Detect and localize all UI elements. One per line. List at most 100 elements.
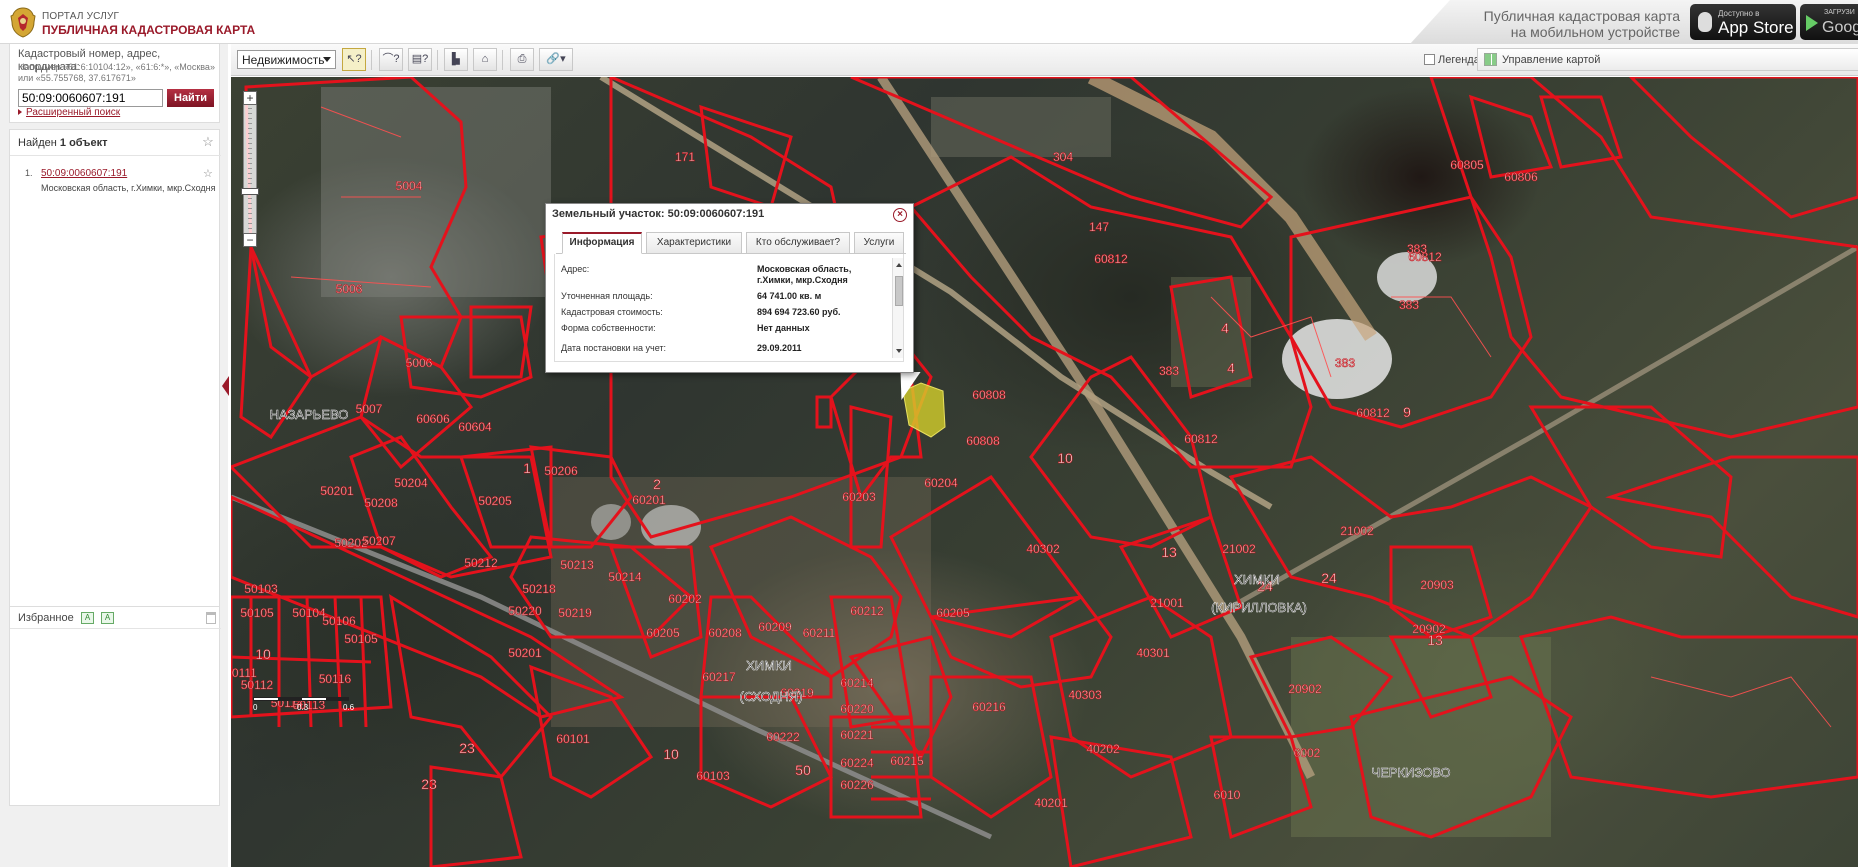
parcel-number-label: 50105 xyxy=(344,632,378,646)
results-header: Найден 1 объект ☆ xyxy=(10,130,221,156)
collapse-panel-icon[interactable] xyxy=(222,376,229,396)
layer-tool-button[interactable]: ⌂ xyxy=(473,48,497,71)
field-area xyxy=(1291,637,1551,837)
parcel-number-label: 60217 xyxy=(702,670,736,684)
print-icon[interactable]: ⎙ xyxy=(510,48,534,71)
parcel-number-label: 60604 xyxy=(458,420,492,434)
parcel-boundary xyxy=(1539,95,1623,169)
zoom-in-button[interactable]: + xyxy=(243,91,257,105)
excel-export-icon[interactable]: A xyxy=(101,612,114,624)
link-icon[interactable]: 🔗▾ xyxy=(539,48,573,71)
search-example: Например «61:6:10104:12», «61:6:*», «Мос… xyxy=(18,62,215,83)
app-store-label: App Store xyxy=(1718,18,1794,37)
parcel-number-label: 40302 xyxy=(1026,542,1060,556)
play-icon xyxy=(1806,15,1818,31)
search-results: Найден 1 объект ☆ 1. 50:09:0060607:191 М… xyxy=(9,129,221,649)
parcel-number-label: 171 xyxy=(675,150,695,164)
parcel-boundary xyxy=(1628,77,1858,219)
toolbar-divider xyxy=(502,50,503,70)
parcel-number-label: 1 xyxy=(523,460,531,476)
info-label: Дата постановки на учет: xyxy=(561,343,667,353)
scroll-down-icon[interactable] xyxy=(896,349,902,353)
parcel-number-label: 60202 xyxy=(668,592,702,606)
zoom-track[interactable] xyxy=(248,108,252,232)
parcel-number-label: 60203 xyxy=(842,490,876,504)
measure-tool-button[interactable]: ⌒? xyxy=(379,48,403,71)
parcel-number-label: 24 xyxy=(1321,570,1337,586)
scale-label: 0 xyxy=(253,703,258,712)
toolbar-divider xyxy=(437,50,438,70)
mobile-promo-text: Публичная кадастровая карта на мобильном… xyxy=(1440,8,1680,40)
zoom-thumb[interactable] xyxy=(241,188,259,195)
popup-scrollbar[interactable] xyxy=(892,258,903,358)
advanced-search-link[interactable]: Расширенный поиск xyxy=(18,107,120,118)
parcel-number-label: 5006 xyxy=(336,282,363,296)
parcel-number-label: 40303 xyxy=(1068,688,1102,702)
favorites-panel: Избранное A A xyxy=(9,606,221,806)
google-play-label: Google xyxy=(1822,19,1858,36)
legend-checkbox[interactable] xyxy=(1424,54,1435,65)
parcel-number-label: 40202 xyxy=(1086,742,1120,756)
parcel-number-label: 383 xyxy=(1159,364,1179,378)
parcel-number-label: 60208 xyxy=(708,626,742,640)
arrow-right-icon xyxy=(18,109,22,116)
google-play-button[interactable]: ЗАГРУЗИ Google xyxy=(1800,4,1858,40)
star-icon[interactable]: ☆ xyxy=(201,135,215,149)
results-count: Найден 1 объект xyxy=(18,137,107,149)
parcel-number-label: 60226 xyxy=(840,778,874,792)
layers-icon xyxy=(1484,53,1497,66)
parcel-boundary xyxy=(1605,455,1858,619)
parcel-number-label: 60606 xyxy=(416,412,450,426)
parcel-number-label: 60101 xyxy=(556,732,590,746)
parcel-number-label: 50201 xyxy=(320,484,354,498)
find-button[interactable]: Найти xyxy=(167,89,214,107)
object-type-value: Недвижимость xyxy=(242,53,325,67)
cadastral-map[interactable]: 5004 5006 5006 5007 60606 60604 50201 50204 5020… xyxy=(231,77,1858,867)
parcel-number-label: 60209 xyxy=(758,620,792,634)
parcel-number-label: 60205 xyxy=(936,606,970,620)
parcel-number-label: 23 xyxy=(459,740,475,756)
legend-label[interactable]: Легенда xyxy=(1438,54,1480,66)
parcel-number-label: 21001 xyxy=(1150,596,1184,610)
scale-label: 0.6 xyxy=(343,703,355,712)
parcel-number-label: 6010 xyxy=(1214,788,1241,802)
tab-services[interactable]: Услуги xyxy=(854,232,904,254)
parcel-boundary xyxy=(1429,77,1858,439)
parcel-number-label: 50112 xyxy=(241,678,274,692)
tab-info[interactable]: Информация xyxy=(562,232,642,254)
parcel-boundary xyxy=(1519,615,1858,799)
zoom-slider[interactable]: + − xyxy=(241,91,259,247)
parcel-number-label: 50204 xyxy=(394,476,428,490)
add-favorite-icon[interactable]: A xyxy=(81,612,94,624)
parcel-number-label: 60222 xyxy=(766,730,800,744)
map-layers-button[interactable]: Управление картой xyxy=(1477,48,1858,71)
parcel-number-label: 50213 xyxy=(560,558,594,572)
tab-who-serves[interactable]: Кто обслуживает? xyxy=(746,232,850,254)
star-icon[interactable]: ☆ xyxy=(203,167,213,180)
parcel-number-label: 50104 xyxy=(292,606,326,620)
object-type-select[interactable]: Недвижимость xyxy=(237,50,336,69)
scroll-thumb[interactable] xyxy=(895,276,903,306)
cloud xyxy=(641,505,701,549)
result-cadnum-link[interactable]: 50:09:0060607:191 xyxy=(41,168,127,179)
zoom-out-button[interactable]: − xyxy=(243,233,257,247)
info-value: Московская область, г.Химки, мкр.Сходня xyxy=(757,264,852,285)
scroll-up-icon[interactable] xyxy=(896,263,902,267)
parcel-number-label: 50 xyxy=(795,762,811,778)
brand-title[interactable]: ПУБЛИЧНАЯ КАДАСТРОВАЯ КАРТА xyxy=(42,23,255,37)
close-icon[interactable]: × xyxy=(893,208,907,222)
parcel-number-label: 50206 xyxy=(544,464,578,478)
chart-tool-button[interactable]: ▐▖ xyxy=(444,48,468,71)
tab-characteristics[interactable]: Характеристики xyxy=(646,232,742,254)
trash-icon[interactable] xyxy=(206,612,216,624)
coat-of-arms-logo[interactable] xyxy=(8,6,38,38)
parcel-number-label: 4 xyxy=(1221,320,1229,336)
search-input[interactable] xyxy=(18,89,163,107)
info-tool-button[interactable]: ▤? xyxy=(408,48,432,71)
brand-subtitle: ПОРТАЛ УСЛУГ xyxy=(42,11,120,22)
app-store-button[interactable]: Доступно в App Store xyxy=(1690,4,1796,40)
map-canvas[interactable]: 5004500650065007606066060450201502045020… xyxy=(231,77,1858,867)
map-toolbar: Недвижимость ↖? ⌒? ▤? ▐▖ ⌂ ⎙ 🔗▾ Легенда … xyxy=(231,44,1858,76)
identify-tool-button[interactable]: ↖? xyxy=(342,48,366,71)
list-item[interactable]: 1. 50:09:0060607:191 Московская область,… xyxy=(10,162,221,202)
